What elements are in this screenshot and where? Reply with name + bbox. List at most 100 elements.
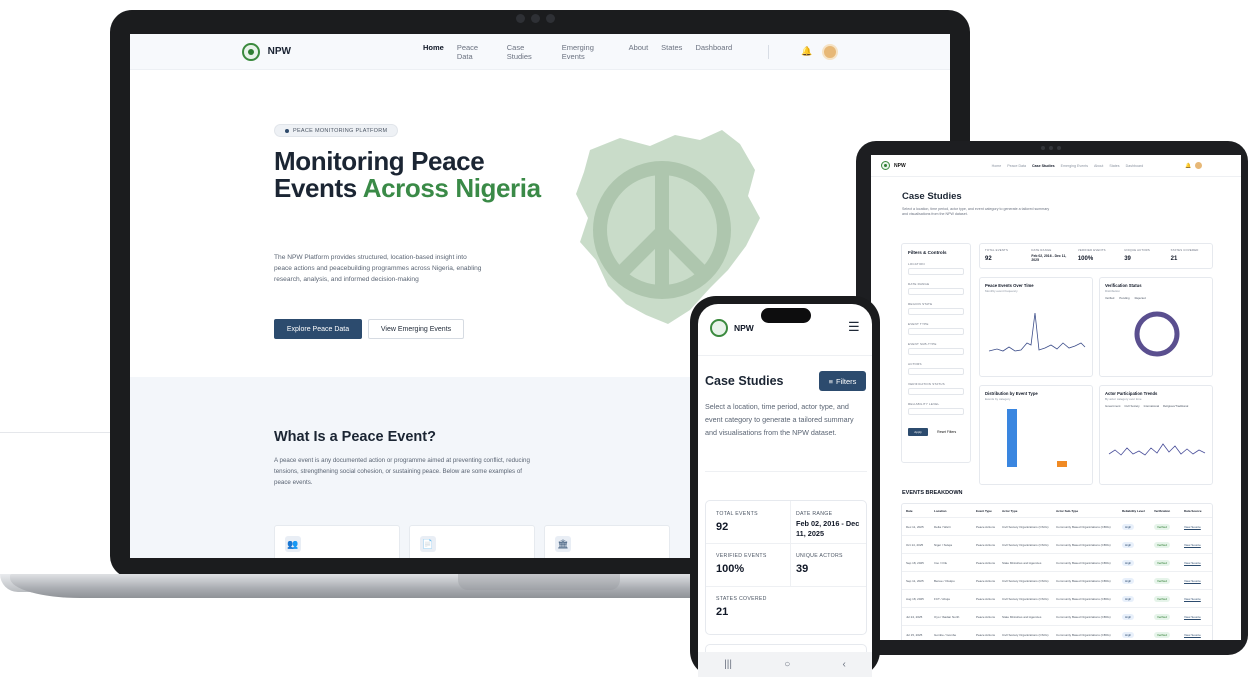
td-data-source[interactable]: View Source	[1184, 525, 1204, 529]
td-actor-subtype-text: Community Based Organizations (CBOs)	[1056, 632, 1111, 637]
stat-label: STATES COVERED	[1170, 248, 1199, 252]
tablet-nav-dashboard[interactable]: Dashboard	[1126, 164, 1144, 168]
recent-apps-icon[interactable]: |||	[724, 659, 732, 670]
example-card-2[interactable]: 📄	[409, 525, 535, 558]
event-type-bar-chart	[1007, 409, 1067, 467]
phone-logo-icon[interactable]	[710, 319, 728, 337]
home-icon[interactable]: ○	[784, 659, 790, 670]
td-data-source-text[interactable]: View Source	[1184, 525, 1201, 529]
tablet-brand[interactable]: NPW	[894, 163, 906, 169]
td-data-source[interactable]: View Source	[1184, 579, 1204, 583]
td-reliability: High	[1122, 595, 1154, 602]
view-emerging-events-button[interactable]: View Emerging Events	[368, 319, 464, 339]
td-actor-subtype-text: Community Based Organizations (CBOs)	[1056, 542, 1111, 547]
tablet-logo-icon[interactable]	[881, 161, 890, 170]
tablet-nav-home[interactable]: Home	[992, 164, 1002, 168]
filter-label-location: LOCATION	[908, 262, 925, 266]
table-body: Dec 11, 2025 Delta / Warri Peace Actions Ci…	[902, 518, 1212, 640]
dynamic-island	[761, 308, 811, 323]
tablet-nav-states[interactable]: States	[1109, 164, 1119, 168]
td-data-source-text[interactable]: View Source	[1184, 543, 1201, 547]
stat-value: 21	[1170, 256, 1178, 262]
nav-peace-data[interactable]: Peace Data	[457, 43, 494, 61]
event-subtype-field[interactable]	[908, 348, 964, 355]
th-actor-type: Actor Type	[1002, 508, 1018, 513]
phone-divider	[705, 471, 867, 472]
th-reliability: Reliability Level	[1122, 508, 1145, 513]
td-event-type: Peace Actions	[976, 633, 1002, 637]
td-date: Sep 11, 2025	[906, 579, 934, 583]
td-data-source-text[interactable]: View Source	[1184, 597, 1201, 601]
tablet-bell-icon[interactable]: 🔔	[1185, 163, 1191, 169]
td-location: Gombe / Gombe	[934, 633, 976, 637]
td-data-source[interactable]: View Source	[1184, 561, 1204, 565]
verification-field[interactable]	[908, 388, 964, 395]
filters-button[interactable]: ≡ Filters	[819, 371, 866, 391]
actor-participation-panel: Actor Participation Trends By actor cate…	[1099, 385, 1213, 485]
nav-about[interactable]: About	[629, 43, 649, 61]
table-row: Sep 11, 2025 Benue / Otukpo Peace Actions C…	[902, 572, 1212, 590]
td-event-type: Peace Actions	[976, 615, 1002, 619]
events-over-time-panel: Peace Events Over Time Monthly event fre…	[979, 277, 1093, 377]
td-data-source-text[interactable]: View Source	[1184, 615, 1201, 619]
nav-states[interactable]: States	[661, 43, 682, 61]
explore-peace-data-button[interactable]: Explore Peace Data	[274, 319, 362, 339]
tablet-nav-emerging-events[interactable]: Emerging Events	[1061, 164, 1088, 168]
td-data-source[interactable]: View Source	[1184, 633, 1204, 637]
td-actor-type: Civil Society Organizations (CSOs)	[1002, 597, 1056, 601]
brand-name[interactable]: NPW	[268, 46, 291, 57]
location-field[interactable]	[908, 268, 964, 275]
phone-brand[interactable]: NPW	[734, 323, 754, 333]
avatar[interactable]	[822, 43, 838, 60]
tablet-avatar[interactable]	[1195, 162, 1203, 169]
tablet-nav-case-studies[interactable]: Case Studies	[1032, 164, 1055, 168]
date-range-field[interactable]	[908, 288, 964, 295]
td-actor-type: State Ministries and Agencies	[1002, 615, 1056, 619]
tablet-nav-about[interactable]: About	[1094, 164, 1103, 168]
reset-filters-button[interactable]: Reset Filters	[937, 430, 956, 434]
bell-icon[interactable]: 🔔	[801, 46, 812, 57]
td-event-type-text: Peace Actions	[976, 560, 996, 565]
region-field[interactable]	[908, 308, 964, 315]
npw-logo-icon[interactable]	[242, 42, 260, 61]
nav-emerging-events[interactable]: Emerging Events	[562, 43, 616, 61]
apply-button[interactable]: Apply	[908, 428, 928, 436]
phone-stat-total: TOTAL EVENTS 92	[716, 511, 758, 533]
phone-stat-states: STATES COVERED 21	[716, 596, 767, 618]
badge-dot-icon	[285, 128, 289, 133]
table-row: Oct 14, 2025 Niger / Suleja Peace Actions C…	[902, 536, 1212, 554]
events-line	[988, 312, 1086, 352]
actors-field[interactable]	[908, 368, 964, 375]
tablet-stat-actors: UNIQUE ACTORS 39	[1119, 244, 1165, 268]
hamburger-menu-icon[interactable]: ☰	[848, 319, 860, 335]
event-type-field[interactable]	[908, 328, 964, 335]
tablet-nav-peace-data[interactable]: Peace Data	[1007, 164, 1026, 168]
nav-home[interactable]: Home	[423, 43, 444, 61]
example-card-1[interactable]: 👥	[274, 525, 400, 558]
td-date: Aug 18, 2025	[906, 597, 934, 601]
nav-case-studies[interactable]: Case Studies	[507, 43, 549, 61]
td-data-source[interactable]: View Source	[1184, 543, 1204, 547]
td-location-text: Niger / Suleja	[934, 542, 953, 547]
nav-dashboard[interactable]: Dashboard	[695, 43, 732, 61]
td-date-text: Sep 18, 2025	[906, 560, 924, 565]
td-verification-text: Verified	[1154, 541, 1171, 548]
td-verification-text: Verified	[1154, 613, 1171, 620]
section-description: A peace event is any documented action o…	[274, 457, 530, 486]
td-data-source-text[interactable]: View Source	[1184, 579, 1201, 583]
stat-value: 100%	[716, 563, 745, 575]
back-icon[interactable]: ‹	[843, 659, 846, 670]
td-verification-text: Verified	[1154, 577, 1171, 584]
td-data-source[interactable]: View Source	[1184, 615, 1204, 619]
donut-verified	[1134, 311, 1180, 357]
hero-title-line2: Events Across Nigeria	[274, 175, 541, 202]
hero-title: Monitoring Peace Events Across Nigeria	[274, 148, 541, 202]
platform-badge: PEACE MONITORING PLATFORM	[274, 124, 399, 137]
reliability-field[interactable]	[908, 408, 964, 415]
filter-icon: ≡	[828, 376, 833, 386]
td-data-source-text[interactable]: View Source	[1184, 633, 1201, 637]
example-card-3[interactable]: 🏛	[544, 525, 670, 558]
td-data-source-text[interactable]: View Source	[1184, 561, 1201, 565]
td-event-type-text: Peace Actions	[976, 614, 996, 619]
td-data-source[interactable]: View Source	[1184, 597, 1204, 601]
